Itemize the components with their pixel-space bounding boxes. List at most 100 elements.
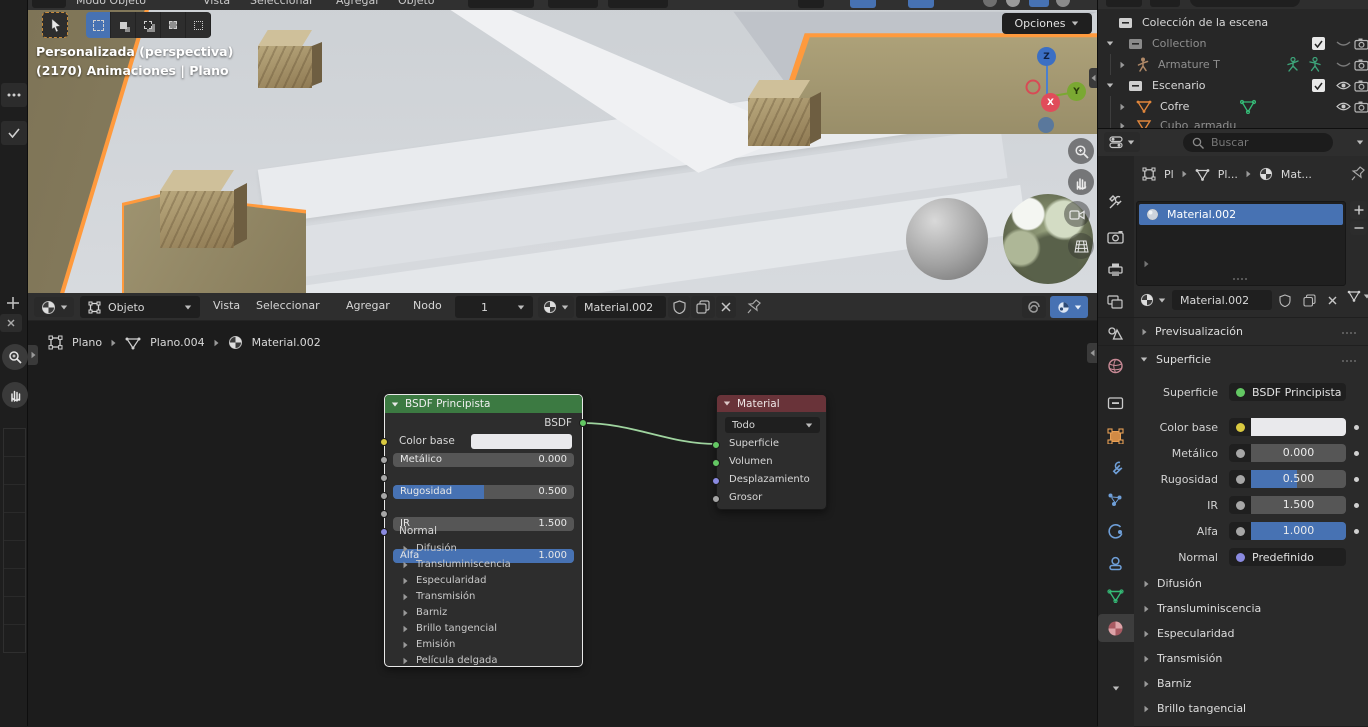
section-transmision[interactable]: Transmisión: [1144, 652, 1222, 665]
scene-cube[interactable]: [748, 98, 810, 146]
surface-shader-button[interactable]: BSDF Principista: [1229, 383, 1346, 401]
viewport-grid-button[interactable]: [1068, 233, 1094, 259]
displacement-input-socket[interactable]: [712, 477, 720, 485]
toggle-active[interactable]: [850, 0, 876, 8]
add-slot-button[interactable]: [1350, 201, 1367, 219]
material-slot-selected[interactable]: Material.002: [1139, 204, 1343, 225]
animate-dot[interactable]: [1354, 529, 1359, 534]
options-dropdown[interactable]: Opciones: [1002, 13, 1092, 34]
properties-editor[interactable]: Buscar Pl Pl... Mat... Material.002 Mate…: [1097, 128, 1368, 727]
new-material-button[interactable]: [1297, 290, 1321, 310]
tab-render-icon[interactable]: [1107, 230, 1124, 244]
tab-particles-icon[interactable]: [1107, 492, 1124, 508]
mode-dropdown[interactable]: Modo Objeto: [76, 0, 146, 7]
close-tab-button[interactable]: [0, 314, 22, 332]
overflow-menu-button[interactable]: [1, 83, 27, 107]
node-header[interactable]: BSDF Principista: [385, 395, 582, 413]
section-barniz[interactable]: Barniz: [403, 607, 447, 618]
bsdf-output-socket[interactable]: [579, 419, 587, 427]
outliner-row-cubo[interactable]: Cubo_armadu: [1098, 117, 1368, 128]
shading-material-icon[interactable]: [1029, 0, 1049, 7]
normal-button[interactable]: Predefinido: [1229, 548, 1346, 566]
roughness-slider[interactable]: Rugosidad 0.500: [393, 485, 574, 499]
section-difusion[interactable]: Difusión: [1144, 577, 1202, 590]
gizmo-z-axis[interactable]: Z: [1037, 47, 1056, 66]
breadcrumb-mesh[interactable]: Pl...: [1218, 168, 1238, 181]
snap-dropdown[interactable]: [548, 0, 598, 8]
eye-closed-icon[interactable]: [1336, 41, 1351, 48]
tab-object-data-icon[interactable]: [1107, 588, 1124, 603]
exclude-checkbox[interactable]: [1312, 37, 1325, 50]
volume-input-socket[interactable]: [712, 459, 720, 467]
section-transluminiscencia[interactable]: Transluminiscencia: [1144, 602, 1261, 615]
tab-tool-icon[interactable]: [1107, 194, 1124, 211]
editor-type-dropdown[interactable]: [1104, 132, 1140, 152]
cursor-tool-widget[interactable]: [798, 0, 824, 8]
animate-dot[interactable]: [1354, 425, 1359, 430]
select-mode-invert-button[interactable]: [161, 12, 186, 38]
material-browse-dropdown[interactable]: [1136, 290, 1170, 310]
scene-sphere[interactable]: [906, 198, 988, 280]
proportional-dropdown[interactable]: [608, 0, 668, 8]
surface-panel-header[interactable]: Superficie: [1140, 353, 1211, 366]
outliner-row-armature[interactable]: Armature T: [1098, 54, 1368, 75]
chevron-down-icon[interactable]: [1356, 140, 1364, 145]
tab-view-layer-icon[interactable]: [1107, 294, 1124, 309]
animate-dot[interactable]: [1354, 477, 1359, 482]
exclude-checkbox[interactable]: [1312, 79, 1325, 92]
preview-panel-header[interactable]: Previsualización: [1142, 325, 1243, 338]
section-barniz[interactable]: Barniz: [1144, 677, 1191, 690]
bsdf-principled-node[interactable]: BSDF Principista BSDF Color base Metálic…: [380, 394, 587, 667]
outliner-search-field[interactable]: [1190, 0, 1300, 7]
color-base-swatch[interactable]: [471, 434, 572, 449]
breadcrumb-material[interactable]: Mat...: [1281, 168, 1312, 181]
eye-closed-icon[interactable]: [1336, 62, 1351, 69]
material-slot-list[interactable]: Material.002: [1136, 201, 1346, 286]
render-camera-icon[interactable]: [1354, 37, 1368, 50]
eye-open-icon[interactable]: [1336, 80, 1351, 91]
link-mesh-dropdown[interactable]: [1347, 290, 1368, 302]
chevron-right-icon[interactable]: [1144, 260, 1149, 268]
unlink-material-button[interactable]: [1322, 290, 1342, 310]
gizmo-x-axis[interactable]: X: [1041, 93, 1060, 112]
tab-constraints-icon[interactable]: [1107, 556, 1124, 572]
metallic-socket[interactable]: [380, 456, 388, 464]
sidebar-collapse-tab[interactable]: [1089, 68, 1097, 88]
pan-button[interactable]: [2, 382, 28, 408]
roughness-socket[interactable]: [380, 474, 388, 482]
eye-open-icon[interactable]: [1336, 101, 1351, 112]
menu-objeto[interactable]: Objeto: [398, 0, 435, 7]
toggle-active[interactable]: [908, 0, 934, 8]
outliner-row-scene-collection[interactable]: Colección de la escena: [1098, 12, 1368, 33]
mode-icon-dropdown[interactable]: [32, 0, 66, 8]
material-name-field[interactable]: Material.002: [1172, 290, 1272, 310]
select-mode-subtract-button[interactable]: [136, 12, 161, 38]
outliner-row-cofre[interactable]: Cofre: [1098, 96, 1368, 117]
shading-wireframe-icon[interactable]: [983, 0, 997, 7]
metallic-slider[interactable]: Metálico 0.000: [393, 453, 574, 467]
shader-editor[interactable]: Objeto Vista Seleccionar Agregar Nodo 1 …: [28, 293, 1097, 726]
panel-grip-dots[interactable]: [1342, 332, 1356, 334]
ior-socket[interactable]: [380, 492, 388, 500]
tab-object-icon[interactable]: [1107, 428, 1124, 444]
normal-socket[interactable]: [380, 528, 388, 536]
viewport-zoom-button[interactable]: [1068, 138, 1094, 164]
menu-agregar[interactable]: Agregar: [336, 0, 380, 7]
color-base-socket[interactable]: [380, 438, 388, 446]
select-mode-extend-button[interactable]: [111, 12, 136, 38]
chevron-down-icon[interactable]: [1112, 686, 1120, 691]
section-brillo-tangencial[interactable]: Brillo tangencial: [1144, 702, 1246, 715]
chevron-down-icon[interactable]: [1106, 83, 1114, 88]
chevron-down-icon[interactable]: [1106, 41, 1114, 46]
gizmo-y-axis[interactable]: Y: [1067, 82, 1086, 101]
select-mode-intersect-button[interactable]: [186, 12, 211, 38]
section-difusion[interactable]: Difusión: [403, 543, 457, 554]
chevron-right-icon[interactable]: [1120, 103, 1125, 111]
tab-physics-icon[interactable]: [1107, 524, 1124, 540]
animate-dot[interactable]: [1354, 451, 1359, 456]
shading-solid-icon[interactable]: [1006, 0, 1020, 7]
viewport-pan-button[interactable]: [1068, 169, 1094, 195]
select-mode-new-button[interactable]: [86, 12, 111, 38]
tab-scene-icon[interactable]: [1107, 326, 1124, 341]
section-pelicula-delgada[interactable]: Película delgada: [403, 655, 498, 666]
